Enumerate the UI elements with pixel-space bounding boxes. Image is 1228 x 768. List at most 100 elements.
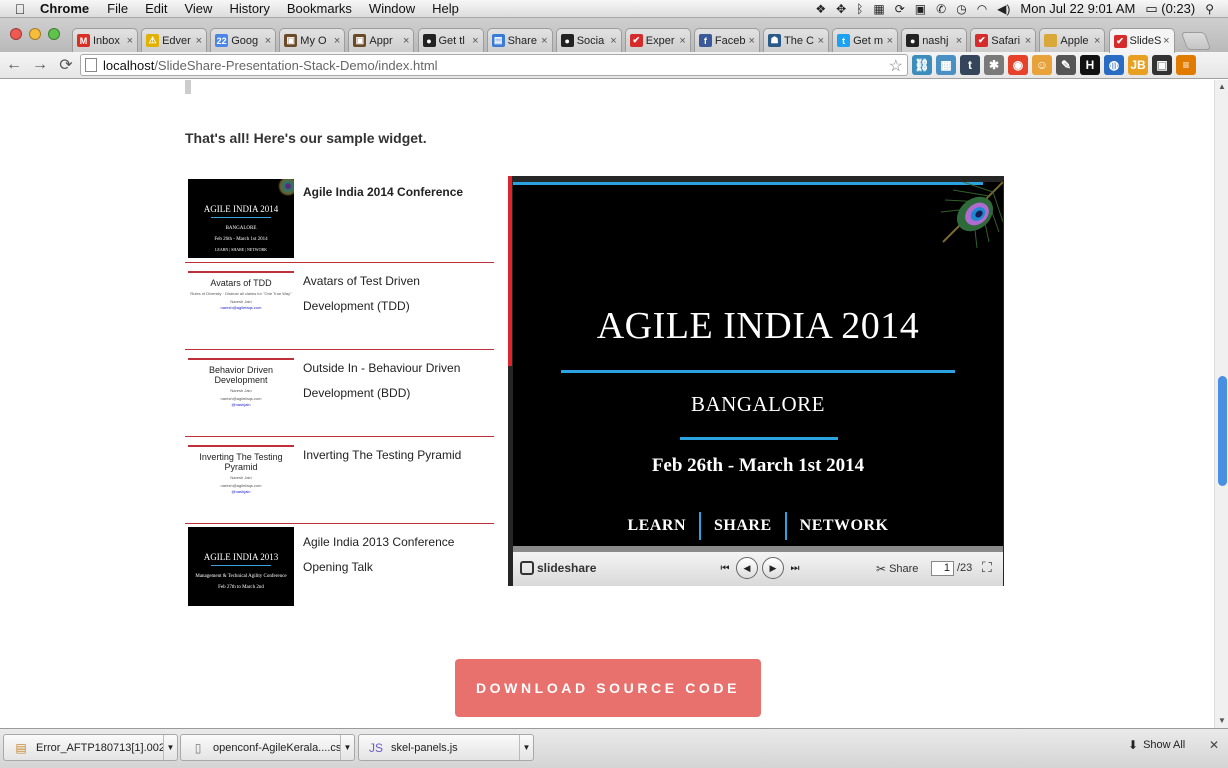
browser-tab[interactable]: ✔ Exper × (624, 28, 691, 52)
extension-icon[interactable]: ▦ (936, 55, 956, 75)
fullscreen-icon[interactable]: ⛶ (982, 559, 992, 576)
extension-icon[interactable]: ⛓ (912, 55, 932, 75)
battery-indicator[interactable]: ▭ (0:23) (1145, 1, 1195, 17)
download-menu-caret-icon[interactable]: ▼ (340, 735, 354, 760)
last-slide-icon[interactable]: ⏭ (788, 563, 802, 574)
browser-tab[interactable]: ▤ Share × (486, 28, 553, 52)
slide-list-item[interactable]: AGILE INDIA 2014 BANGALORE Feb 26th - Marc… (185, 176, 494, 263)
browser-tab[interactable]: M Inbox × (72, 28, 138, 52)
bluetooth-icon[interactable]: ᛒ (856, 2, 863, 16)
show-all-downloads-button[interactable]: ⬇ Show All (1128, 738, 1185, 752)
menu-view[interactable]: View (184, 1, 212, 16)
tab-close-icon[interactable]: × (1094, 35, 1100, 47)
tab-close-icon[interactable]: × (679, 35, 685, 47)
first-slide-icon[interactable]: ⏮ (718, 563, 732, 574)
share-button[interactable]: ✂ Share (876, 562, 918, 576)
scroll-up-icon[interactable]: ▲ (1218, 82, 1226, 91)
slide-list-item[interactable]: Inverting The Testing Pyramid Naresh Jain… (185, 437, 494, 524)
back-button[interactable]: ← (2, 54, 26, 76)
download-menu-caret-icon[interactable]: ▼ (163, 735, 177, 760)
download-source-code-button[interactable]: DOWNLOAD SOURCE CODE (455, 659, 761, 717)
slide-list-title[interactable]: Avatars of Test Driven Development (TDD) (303, 269, 493, 319)
tab-close-icon[interactable]: × (472, 35, 478, 47)
browser-tab[interactable]: f Faceb × (693, 28, 760, 52)
slide-thumbnail[interactable]: Inverting The Testing Pyramid Naresh Jain… (188, 440, 294, 519)
tab-close-icon[interactable]: × (127, 35, 133, 47)
extension-icon[interactable]: t (960, 55, 980, 75)
slide-list-title[interactable]: Agile India 2013 Conference Opening Talk (303, 530, 493, 580)
close-shelf-icon[interactable]: ✕ (1209, 738, 1219, 752)
page-scrollbar[interactable]: ▲ ▼ (1214, 80, 1228, 728)
time-machine-icon[interactable]: ◷ (956, 2, 966, 16)
extension-icon[interactable]: ◍ (1104, 55, 1124, 75)
extension-icon[interactable]: ≡ (1176, 55, 1196, 75)
dropbox-status-icon[interactable]: ❖ (815, 2, 826, 16)
extension-icon[interactable]: H (1080, 55, 1100, 75)
slide-list-title[interactable]: Inverting The Testing Pyramid (303, 443, 493, 468)
browser-tab[interactable]: ▣ Appr × (348, 28, 415, 52)
tab-close-icon[interactable]: × (748, 35, 754, 47)
menu-bookmarks[interactable]: Bookmarks (287, 1, 352, 16)
slide-thumbnail[interactable]: Behavior Driven Development Naresh Jain na… (188, 353, 294, 432)
tab-close-icon[interactable]: × (403, 35, 409, 47)
display-icon[interactable]: ▣ (915, 2, 926, 16)
apple-menu-icon[interactable]:  (0, 1, 40, 17)
browser-tab[interactable]: ● Get tl × (417, 28, 484, 52)
menu-file[interactable]: File (107, 1, 128, 16)
slide-thumbnail[interactable]: Avatars of TDD Rules of Diversity · Distr… (188, 266, 294, 345)
browser-tab[interactable]: ● nashj × (901, 28, 968, 52)
extension-icon[interactable]: ◉ (1008, 55, 1028, 75)
browser-tab[interactable]: t Get m × (832, 28, 899, 52)
slide-list-item[interactable]: Behavior Driven Development Naresh Jain na… (185, 350, 494, 437)
browser-tab[interactable]: ● Socia × (555, 28, 622, 52)
browser-tab[interactable]: ✔ SlideS × (1108, 28, 1175, 53)
browser-tab[interactable]: ✔ Safari × (970, 28, 1037, 52)
tab-close-icon[interactable]: × (1025, 35, 1031, 47)
slide-list-title[interactable]: Agile India 2014 Conference (303, 182, 493, 202)
tab-close-icon[interactable]: × (818, 35, 824, 47)
volume-icon[interactable]: ◀) (997, 2, 1010, 16)
tab-close-icon[interactable]: × (265, 35, 271, 47)
tab-close-icon[interactable]: × (196, 35, 202, 47)
menu-window[interactable]: Window (369, 1, 415, 16)
scrollbar-thumb[interactable] (1218, 376, 1227, 486)
window-zoom-button[interactable] (48, 28, 60, 40)
menubar-clock[interactable]: Mon Jul 22 9:01 AM (1020, 1, 1135, 16)
move-status-icon[interactable]: ✥ (836, 2, 846, 16)
tab-close-icon[interactable]: × (1163, 35, 1169, 47)
download-item[interactable]: ▯ openconf-AgileKerala....csv ▼ (180, 734, 355, 761)
menu-help[interactable]: Help (432, 1, 459, 16)
slideshare-player[interactable]: AGILE INDIA 2014 BANGALORE Feb 26th - Ma… (508, 176, 1004, 586)
tab-close-icon[interactable]: × (541, 35, 547, 47)
reload-button[interactable]: ⟳ (54, 54, 78, 76)
window-close-button[interactable] (10, 28, 22, 40)
scroll-down-icon[interactable]: ▼ (1218, 716, 1226, 725)
extension-icon[interactable]: ▣ (1152, 55, 1172, 75)
window-minimize-button[interactable] (29, 28, 41, 40)
bookmark-star-icon[interactable]: ☆ (889, 56, 903, 76)
browser-tab[interactable]: ⚠ Edver × (141, 28, 208, 52)
address-bar[interactable]: localhost/SlideShare-Presentation-Stack-… (80, 54, 908, 76)
app-menu-chrome[interactable]: Chrome (40, 1, 89, 16)
previous-slide-button[interactable]: ◀ (736, 557, 758, 579)
next-slide-button[interactable]: ▶ (762, 557, 784, 579)
tab-close-icon[interactable]: × (887, 35, 893, 47)
download-menu-caret-icon[interactable]: ▼ (519, 735, 533, 760)
extension-icon[interactable]: ✱ (984, 55, 1004, 75)
page-number-input[interactable]: 1 (931, 561, 954, 576)
browser-tab[interactable]: 22 Goog × (210, 28, 277, 52)
download-item[interactable]: ▤ Error_AFTP180713[1].002 ▼ (3, 734, 178, 761)
browser-tab[interactable]: ☗ The C × (763, 28, 829, 52)
tab-close-icon[interactable]: × (334, 35, 340, 47)
spotlight-search-icon[interactable]: ⚲ (1205, 2, 1214, 16)
forward-button[interactable]: → (28, 54, 52, 76)
slide-thumbnail[interactable]: AGILE INDIA 2013 Management & Technical A… (188, 527, 294, 606)
new-tab-button[interactable] (1180, 32, 1212, 50)
tab-close-icon[interactable]: × (610, 35, 616, 47)
wifi-icon[interactable]: ◠ (977, 2, 987, 16)
tab-close-icon[interactable]: × (956, 35, 962, 47)
keyboard-icon[interactable]: ▦ (873, 2, 884, 16)
sync-icon[interactable]: ⟳ (895, 2, 905, 16)
slide-screen[interactable]: AGILE INDIA 2014 BANGALORE Feb 26th - Ma… (513, 182, 1003, 546)
extension-icon[interactable]: JB (1128, 55, 1148, 75)
